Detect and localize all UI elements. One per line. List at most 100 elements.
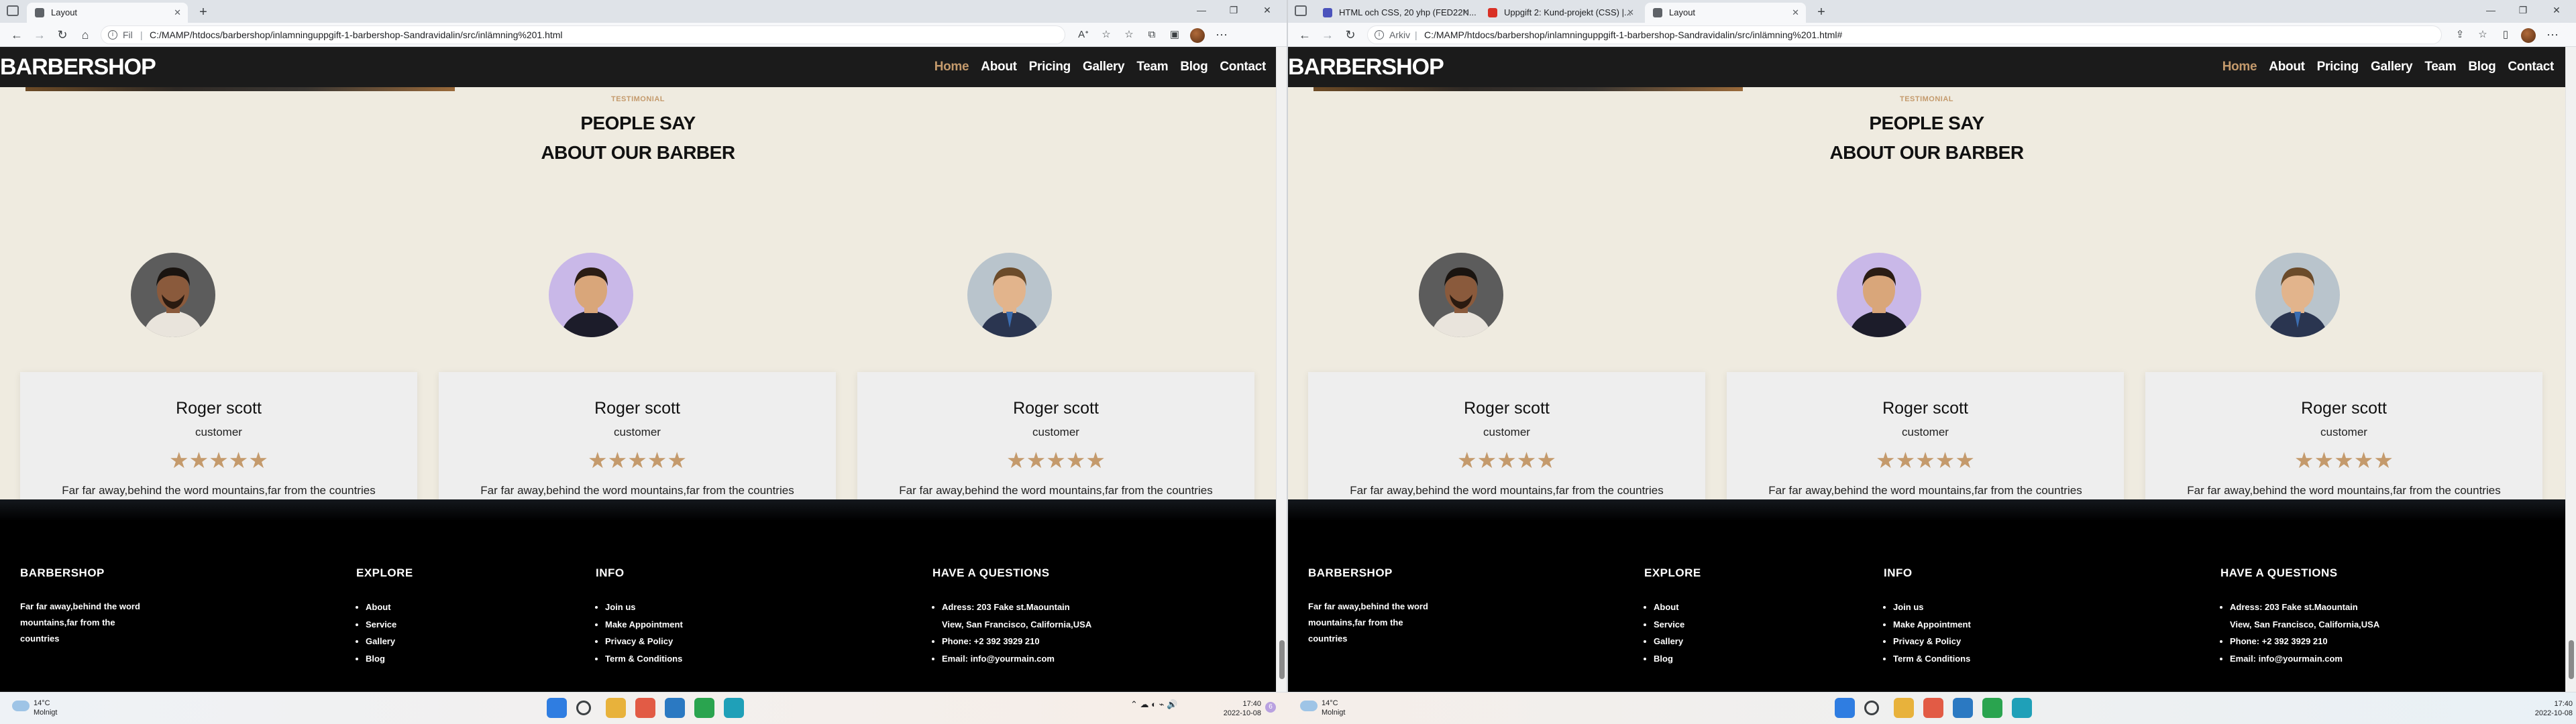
edge-icon[interactable] (724, 698, 744, 718)
nav-link-pricing[interactable]: Pricing (1023, 47, 1077, 87)
browser-tab[interactable]: Uppgift 2: Kund-projekt (CSS) |... ✕ (1480, 3, 1641, 23)
footer-info-item[interactable]: Make Appointment (1893, 616, 2018, 634)
nav-link-gallery[interactable]: Gallery (2365, 47, 2418, 87)
nav-link-pricing[interactable]: Pricing (2311, 47, 2365, 87)
customer-role: customer (614, 426, 661, 438)
search-icon[interactable] (1864, 701, 1879, 715)
browser-tab[interactable]: Layout ✕ (27, 3, 188, 23)
weather-widget[interactable]: 14°C Molnigt (12, 699, 57, 717)
chrome-icon[interactable] (635, 698, 655, 718)
address-bar[interactable]: i Fil | C:/MAMP/htdocs/barbershop/inlamning… (101, 25, 1065, 44)
back-icon[interactable]: ← (8, 26, 25, 44)
system-tray-icon[interactable]: ⌃ ☁ ◐ ⌁ 🔊 (1130, 699, 1177, 710)
clock[interactable]: 17:40 2022-10-08 (1214, 699, 1261, 718)
footer-info-item[interactable]: Privacy & Policy (1893, 633, 2018, 650)
site-info-icon[interactable]: i (1375, 30, 1384, 40)
nav-link-team[interactable]: Team (2418, 47, 2462, 87)
scrollbar-thumb[interactable] (1279, 640, 1285, 679)
spotify-icon[interactable] (1982, 698, 2002, 718)
favorites-icon[interactable]: ☆ (1120, 26, 1138, 44)
site-info-icon[interactable]: i (108, 30, 117, 40)
nav-link-contact[interactable]: Contact (2502, 47, 2560, 87)
footer-info-item[interactable]: Join us (605, 599, 730, 616)
chrome-icon[interactable] (1923, 698, 1943, 718)
site-logo[interactable]: BARBERSHOP (1288, 47, 1444, 87)
reload-icon[interactable]: ↻ (54, 26, 71, 44)
reload-icon[interactable]: ↻ (1342, 26, 1359, 44)
maximize-icon[interactable]: ❐ (2508, 0, 2538, 20)
footer-info-item[interactable]: Term & Conditions (605, 650, 730, 668)
minimize-icon[interactable]: — (1186, 0, 1217, 20)
notification-badge[interactable]: 6 (1265, 702, 1276, 713)
start-icon[interactable] (547, 698, 567, 718)
scrollbar-thumb[interactable] (2569, 640, 2574, 679)
file-explorer-icon[interactable] (606, 698, 626, 718)
nav-link-team[interactable]: Team (1130, 47, 1174, 87)
share-icon[interactable]: ⇪ (2451, 26, 2469, 44)
nav-link-gallery[interactable]: Gallery (1077, 47, 1130, 87)
close-tab-icon[interactable]: ✕ (1792, 3, 1799, 23)
footer-explore-item[interactable]: Service (1654, 616, 1778, 634)
footer-explore-item[interactable]: Gallery (366, 633, 490, 650)
new-tab-icon[interactable]: + (1813, 3, 1830, 21)
search-icon[interactable] (576, 701, 591, 715)
close-window-icon[interactable]: ✕ (1252, 0, 1283, 20)
close-tab-icon[interactable]: ✕ (1462, 3, 1469, 23)
sidebar-icon[interactable]: ▯ (2497, 26, 2514, 44)
footer-explore-item[interactable]: Blog (1654, 650, 1778, 668)
collections-icon[interactable]: ▣ (1166, 26, 1183, 44)
back-icon[interactable]: ← (1296, 26, 1313, 44)
start-icon[interactable] (1835, 698, 1855, 718)
tab-actions-icon[interactable] (1295, 5, 1307, 16)
read-aloud-icon[interactable]: Aᐩ (1075, 26, 1092, 44)
page-scrollbar[interactable] (2565, 47, 2576, 692)
more-menu-icon[interactable]: ⋯ (2544, 26, 2561, 44)
profile-avatar[interactable] (1190, 28, 1205, 43)
footer-info-item[interactable]: Join us (1893, 599, 2018, 616)
more-menu-icon[interactable]: ⋯ (1213, 26, 1230, 44)
spotify-icon[interactable] (694, 698, 714, 718)
favorite-icon[interactable]: ☆ (1097, 26, 1115, 44)
forward-icon[interactable]: → (31, 26, 48, 44)
footer-explore-item[interactable]: Service (366, 616, 490, 634)
minimize-icon[interactable]: — (2475, 0, 2506, 20)
file-explorer-icon[interactable] (1894, 698, 1914, 718)
footer-explore-item[interactable]: About (1654, 599, 1778, 616)
nav-link-about[interactable]: About (975, 47, 1022, 87)
nav-link-home[interactable]: Home (928, 47, 975, 87)
nav-link-home[interactable]: Home (2216, 47, 2263, 87)
tab-actions-icon[interactable] (7, 5, 19, 16)
footer-explore-item[interactable]: Gallery (1654, 633, 1778, 650)
browser-tab[interactable]: HTML och CSS, 20 yhp (FED22N... ✕ (1315, 3, 1476, 23)
footer-info-item[interactable]: Make Appointment (605, 616, 730, 634)
split-screen-icon[interactable]: ⧉ (1143, 26, 1161, 44)
clock[interactable]: 17:40 2022-10-08 (2526, 699, 2573, 718)
browser-tab[interactable]: Layout ✕ (1645, 3, 1806, 23)
profile-avatar[interactable] (2521, 28, 2536, 43)
footer-explore-item[interactable]: Blog (366, 650, 490, 668)
close-tab-icon[interactable]: ✕ (1627, 3, 1634, 23)
edge-icon[interactable] (2012, 698, 2032, 718)
weather-widget[interactable]: 14°C Molnigt (1300, 699, 1345, 717)
favorite-icon[interactable]: ☆ (2474, 26, 2491, 44)
nav-link-contact[interactable]: Contact (1214, 47, 1272, 87)
page-scrollbar[interactable] (1276, 47, 1287, 692)
close-tab-icon[interactable]: ✕ (174, 3, 181, 23)
forward-icon[interactable]: → (1319, 26, 1336, 44)
maximize-icon[interactable]: ❐ (1218, 0, 1249, 20)
new-tab-icon[interactable]: + (195, 3, 212, 21)
address-bar[interactable]: i Arkiv | C:/MAMP/htdocs/barbershop/inlamni… (1367, 25, 2442, 44)
close-window-icon[interactable]: ✕ (2541, 0, 2572, 20)
vscode-icon[interactable] (1953, 698, 1973, 718)
vscode-icon[interactable] (665, 698, 685, 718)
footer-info-item[interactable]: Privacy & Policy (605, 633, 730, 650)
weather-desc: Molnigt (1322, 709, 1346, 717)
nav-link-blog[interactable]: Blog (2462, 47, 2502, 87)
nav-link-blog[interactable]: Blog (1174, 47, 1214, 87)
home-icon[interactable]: ⌂ (76, 26, 94, 44)
footer-info-item[interactable]: Term & Conditions (1893, 650, 2018, 668)
footer-explore-item[interactable]: About (366, 599, 490, 616)
site-logo[interactable]: BARBERSHOP (0, 47, 156, 87)
heading-line-1: PEOPLE SAY (580, 113, 696, 133)
nav-link-about[interactable]: About (2263, 47, 2310, 87)
